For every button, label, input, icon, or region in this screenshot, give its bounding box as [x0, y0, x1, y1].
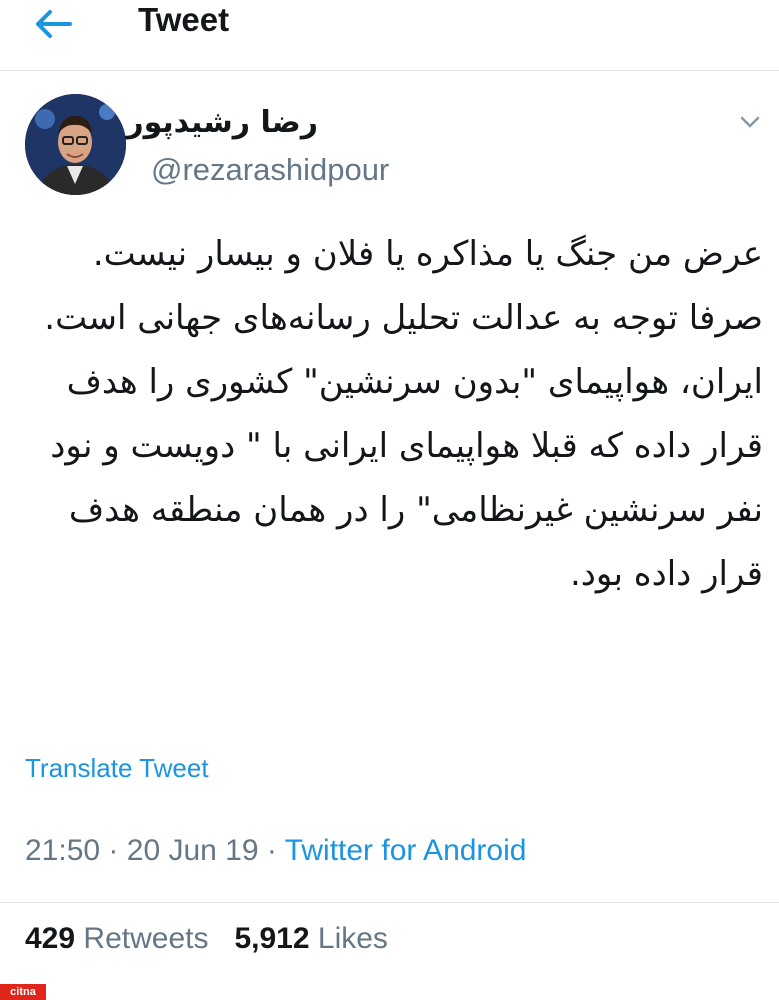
watermark-logo: citna [0, 984, 46, 1000]
back-button[interactable] [30, 6, 78, 42]
retweets-stat[interactable]: 429 Retweets [25, 922, 208, 955]
author-handle[interactable]: @rezarashidpour [151, 152, 389, 188]
retweets-count: 429 [25, 922, 76, 955]
top-bar: Tweet [0, 0, 779, 71]
tweet-stats: 429 Retweets 5,912 Likes [25, 922, 388, 956]
meta-separator: · [266, 834, 277, 867]
avatar[interactable] [25, 94, 126, 195]
author-display-name[interactable]: رضا رشیدپور [126, 105, 318, 140]
tweet-date: 20 Jun 19 [126, 834, 259, 867]
divider [0, 902, 779, 903]
likes-label: Likes [317, 922, 388, 955]
avatar-image [25, 94, 126, 195]
tweet-meta: 21:50 · 20 Jun 19 · Twitter for Android [25, 834, 526, 868]
page-title: Tweet [138, 1, 230, 38]
arrow-left-icon [36, 10, 72, 38]
more-options-button[interactable] [738, 112, 762, 132]
tweet-text: عرض من جنگ یا مذاکره یا فلان و بیسار نیس… [44, 234, 763, 594]
translate-tweet-link[interactable]: Translate Tweet [25, 753, 209, 784]
likes-stat[interactable]: 5,912 Likes [234, 922, 387, 955]
tweet-source-link[interactable]: Twitter for Android [285, 834, 527, 867]
likes-count: 5,912 [234, 922, 310, 955]
retweets-label: Retweets [83, 922, 209, 955]
tweet-time: 21:50 [25, 834, 101, 867]
meta-separator: · [108, 834, 119, 867]
chevron-down-icon [740, 116, 760, 128]
